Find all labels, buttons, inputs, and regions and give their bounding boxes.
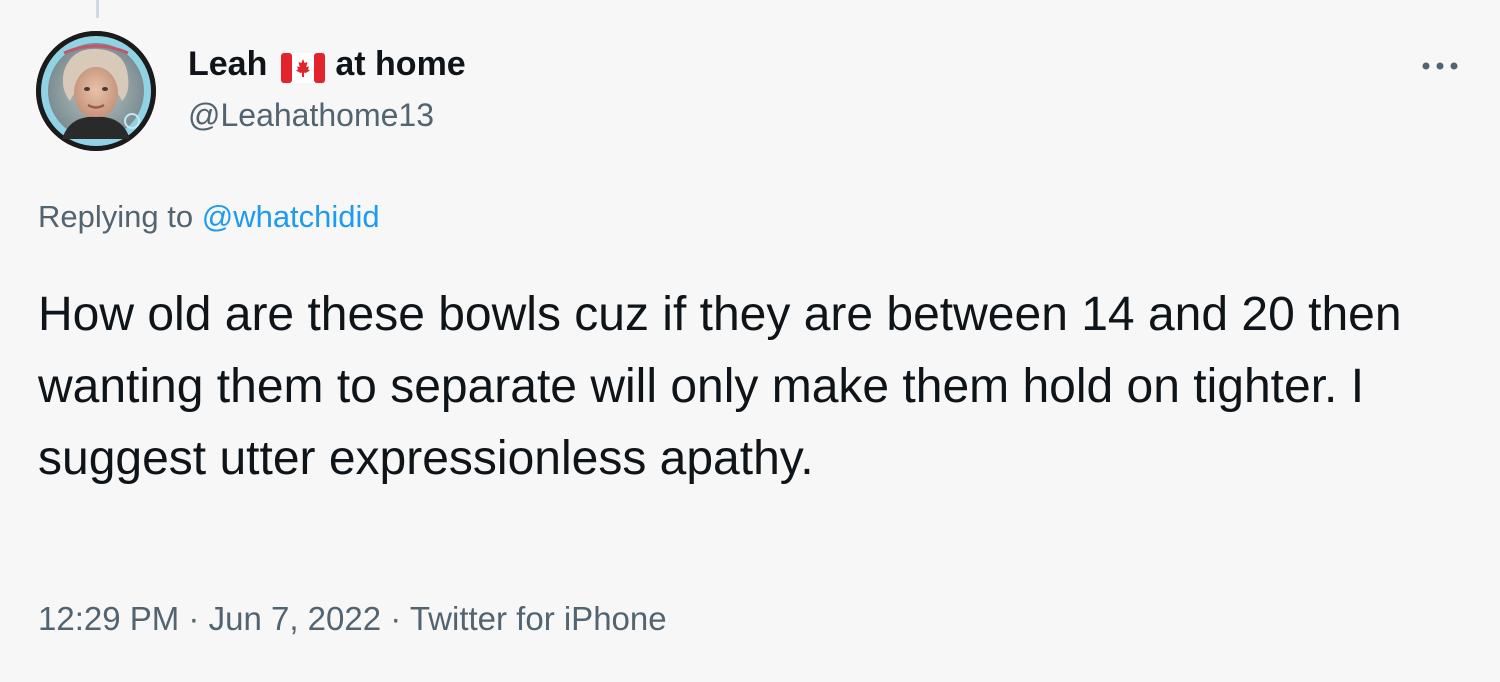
replying-to-label: Replying to bbox=[38, 199, 194, 234]
more-options-button[interactable] bbox=[1412, 46, 1468, 86]
tweet-source-link[interactable]: Twitter for iPhone bbox=[410, 600, 667, 637]
reply-mention-link[interactable]: @whatchidid bbox=[202, 199, 380, 234]
tweet-metadata: 12:29 PM · Jun 7, 2022 · Twitter for iPh… bbox=[38, 597, 667, 641]
avatar-image bbox=[36, 31, 156, 151]
user-handle[interactable]: @Leahathome13 bbox=[188, 95, 434, 135]
more-options-icon bbox=[1422, 62, 1458, 70]
display-name-rest: at home bbox=[335, 45, 466, 83]
tweet-time-link[interactable]: 12:29 PM bbox=[38, 600, 179, 637]
tweet-date-link[interactable]: Jun 7, 2022 bbox=[209, 600, 381, 637]
display-name-first: Leah bbox=[188, 45, 268, 83]
meta-separator-1: · bbox=[188, 600, 200, 637]
thread-connector-line bbox=[96, 0, 99, 18]
display-name[interactable]: Leah at home bbox=[188, 42, 466, 86]
canada-flag-icon bbox=[281, 50, 326, 83]
tweet-text: How old are these bowls cuz if they are … bbox=[38, 288, 1402, 485]
avatar[interactable] bbox=[36, 31, 156, 151]
meta-separator-2: · bbox=[390, 600, 402, 637]
replying-to-line: Replying to @whatchidid bbox=[38, 197, 380, 237]
